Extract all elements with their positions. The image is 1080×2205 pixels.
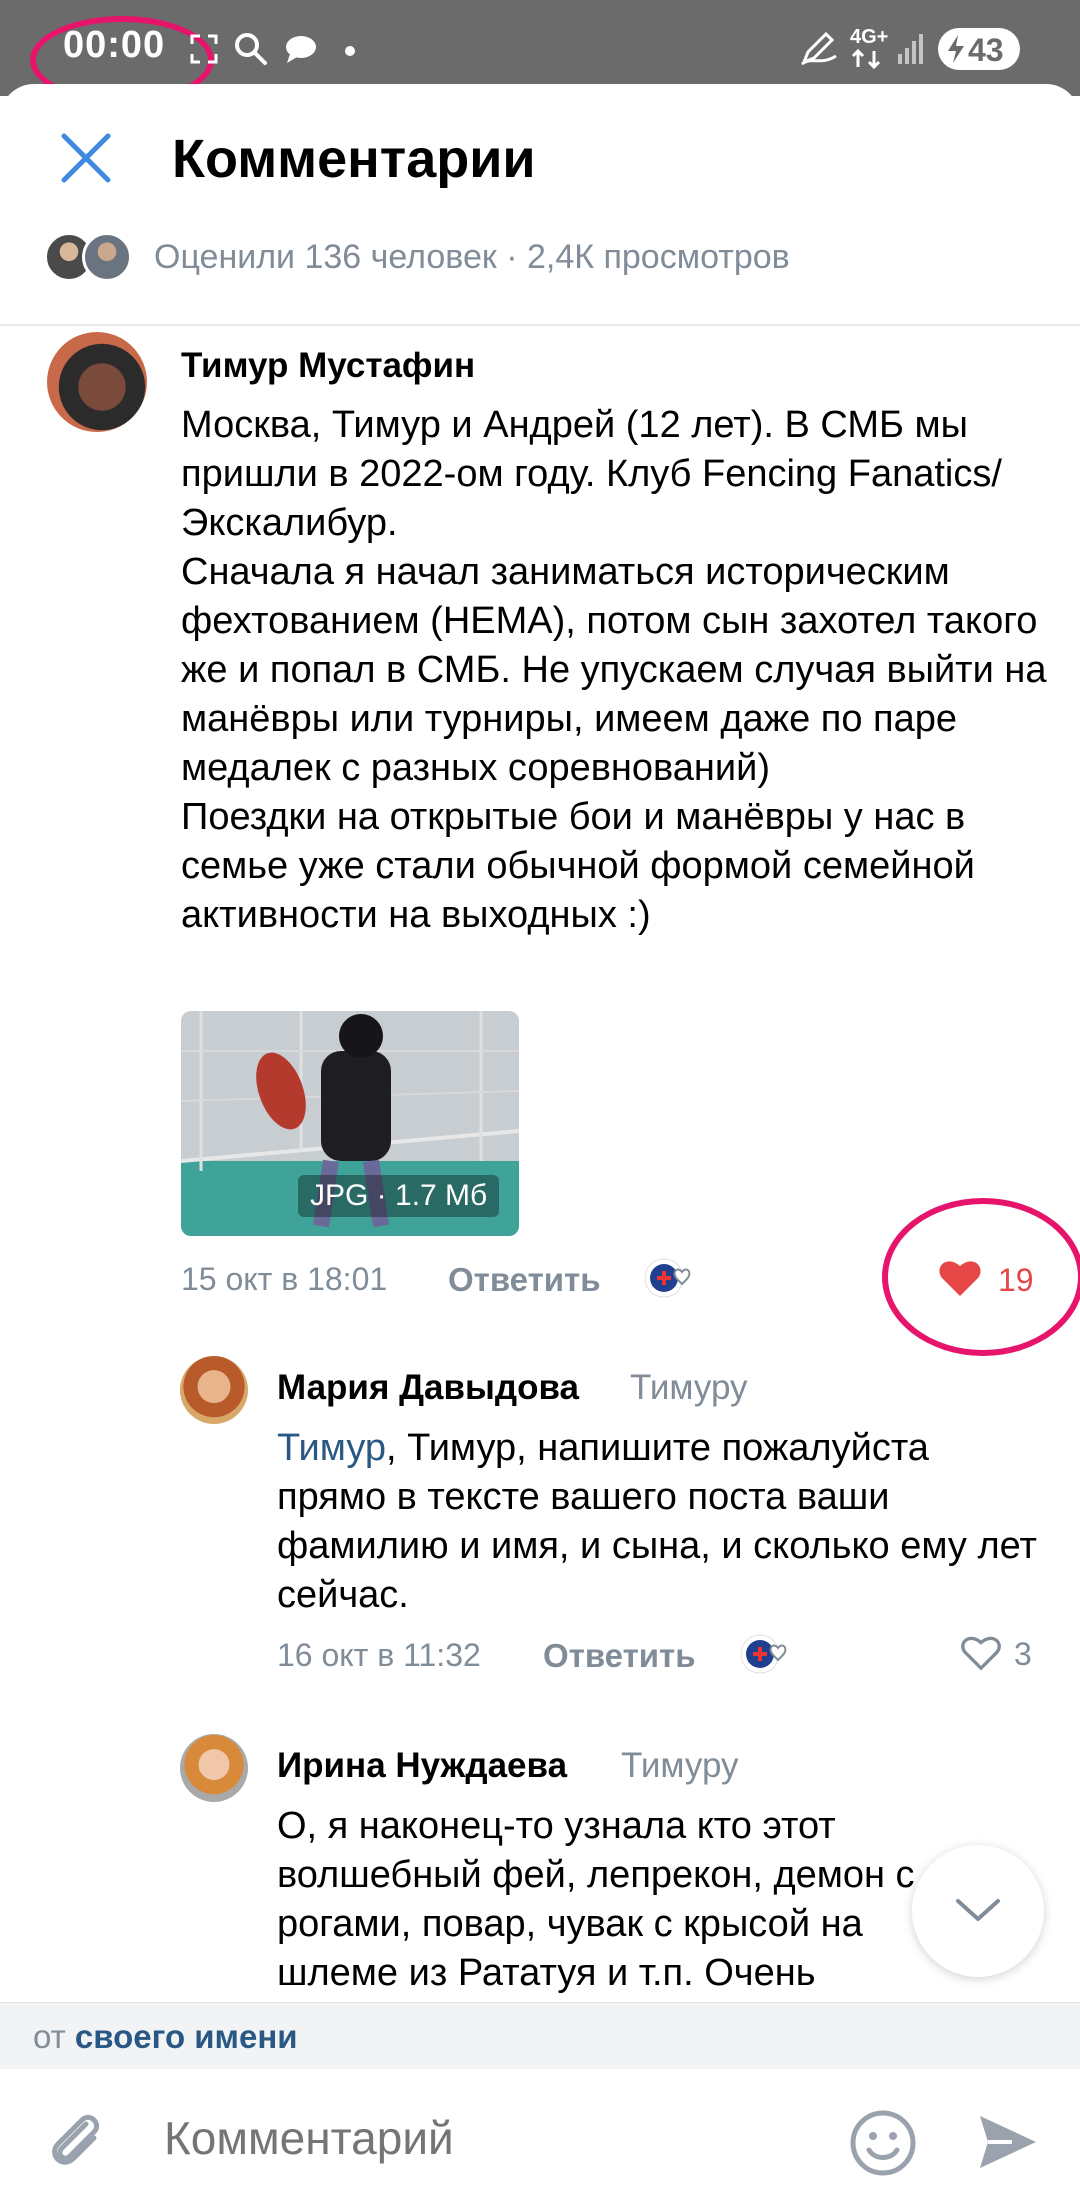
comment-author[interactable]: Мария Давыдова [277, 1368, 579, 1408]
comment-date: 15 окт в 18:01 [181, 1261, 388, 1297]
network-label: 4G+ [850, 26, 889, 48]
emoji-button[interactable] [848, 2108, 918, 2183]
reply-to-label[interactable]: Тимуру [621, 1746, 739, 1786]
close-icon [61, 133, 111, 183]
club-badge-icon[interactable] [740, 1632, 790, 1676]
likes-summary[interactable]: Оценили 136 человек · 2,4К просмотров [154, 238, 790, 277]
network-indicator: 4G+ [850, 26, 890, 70]
chevron-down-icon [956, 1899, 1000, 1921]
battery-level: 43 [968, 32, 1004, 68]
comment-text-body: , Тимур, напишите пожалуйста прямо в тек… [277, 1427, 1037, 1616]
mention-link[interactable]: Тимур [277, 1427, 386, 1469]
like-count: 3 [1014, 1636, 1032, 1672]
comment-author[interactable]: Тимур Мустафин [181, 346, 475, 386]
comment-text: Тимур, Тимур, напишите пожалуйста прямо … [277, 1424, 1037, 1620]
annotation-circle-likes [882, 1198, 1080, 1356]
reply-to-label[interactable]: Тимуру [630, 1368, 748, 1408]
attachment-label: JPG · 1.7 Мб [298, 1175, 500, 1217]
paperclip-icon [52, 2114, 100, 2165]
avatar[interactable] [180, 1356, 248, 1424]
like-button[interactable]: 3 [960, 1634, 1060, 1678]
battery-indicator: 43 [938, 28, 1020, 70]
header-divider [0, 324, 1080, 326]
heart-outline-icon [961, 1636, 1001, 1671]
signal-icon [898, 32, 924, 71]
send-button[interactable] [976, 2110, 1040, 2179]
reply-button[interactable]: Ответить [448, 1261, 601, 1299]
from-name-link[interactable]: своего имени [75, 2018, 298, 2055]
emoji-icon [850, 2110, 916, 2176]
close-button[interactable] [56, 128, 116, 188]
comment-text: Москва, Тимур и Андрей (12 лет). В СМБ м… [181, 404, 1047, 936]
comment-author[interactable]: Ирина Нуждаева [277, 1746, 567, 1786]
club-badge-icon[interactable] [644, 1256, 694, 1300]
avatar[interactable] [47, 332, 147, 432]
scroll-down-button[interactable] [912, 1845, 1044, 1977]
search-icon [234, 32, 268, 71]
comment-input[interactable] [162, 2110, 806, 2166]
chat-bubble-icon [284, 34, 318, 69]
comment-date: 16 окт в 11:32 [277, 1637, 481, 1673]
attach-button[interactable] [44, 2110, 110, 2181]
send-icon [980, 2116, 1036, 2168]
comment-text: О, я наконец-то узнала кто этот волшебны… [277, 1805, 915, 1994]
from-prefix: от [33, 2018, 66, 2055]
screenshot-frame-icon [190, 34, 218, 69]
avatar [82, 232, 132, 282]
pen-icon [800, 30, 838, 71]
reply-button[interactable]: Ответить [543, 1637, 696, 1675]
page-title: Комментарии [172, 129, 536, 189]
notification-dot-icon [344, 44, 356, 62]
author-selector-label[interactable]: от своего имени [33, 2018, 298, 2056]
avatar[interactable] [180, 1734, 248, 1802]
